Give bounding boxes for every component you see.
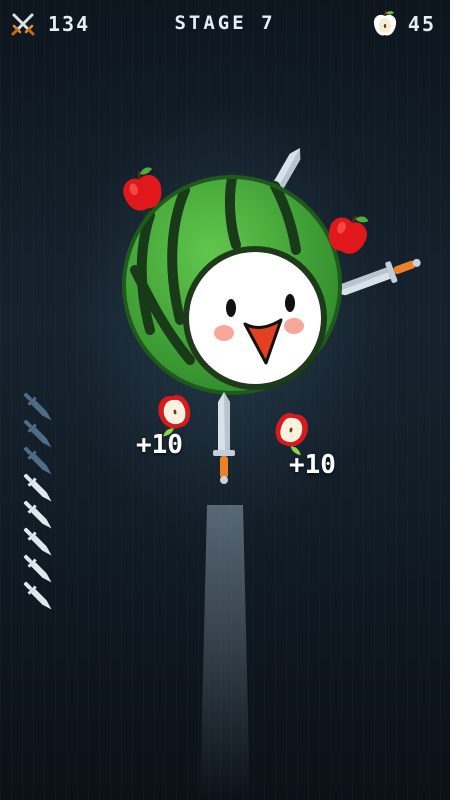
knife-counter-remaining <box>21 579 56 614</box>
knife-counter-used <box>21 444 56 479</box>
watermelon-target[interactable] <box>122 173 342 395</box>
knife-trail <box>200 505 250 800</box>
embedded-knife <box>330 251 425 304</box>
knife-counter-remaining <box>21 552 56 587</box>
knife-counter-remaining <box>21 471 56 506</box>
watermelon-face <box>183 246 327 390</box>
knife-counter-remaining <box>21 525 56 560</box>
sliced-apple-right <box>270 409 312 456</box>
knife-counter-used <box>21 390 56 425</box>
thrown-knife <box>213 392 235 484</box>
knife-counter <box>21 390 56 614</box>
score-popup-left: +10 <box>136 430 183 460</box>
score-popup-right: +10 <box>289 450 336 480</box>
knife-counter-used <box>21 417 56 452</box>
game-field[interactable] <box>0 0 450 800</box>
knife-counter-remaining <box>21 498 56 533</box>
